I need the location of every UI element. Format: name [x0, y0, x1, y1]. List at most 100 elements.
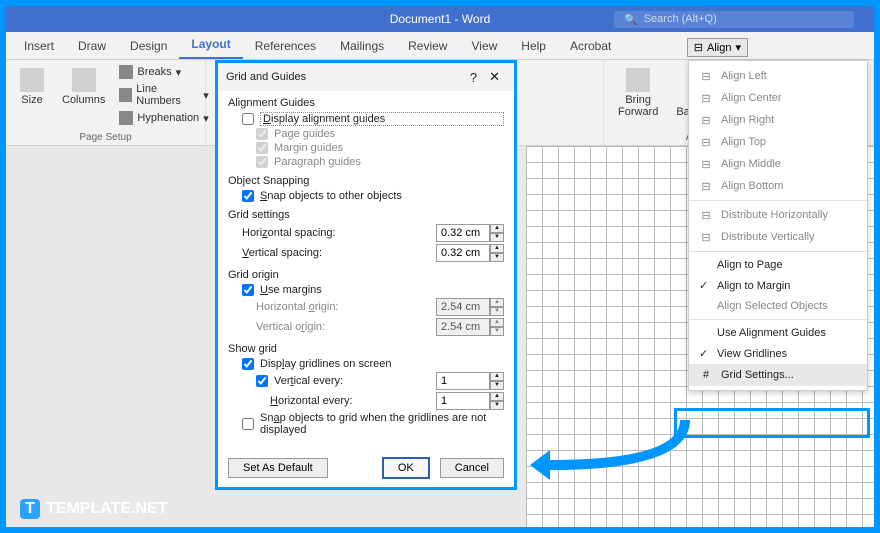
spin-down[interactable]: ▼	[490, 401, 504, 410]
display-alignment-guides-label: DDisplay alignment guidesisplay alignmen…	[260, 112, 504, 126]
align-middle-item[interactable]: ⊟Align Middle	[689, 153, 867, 175]
section-alignment-guides: Alignment Guides	[228, 97, 504, 109]
section-object-snapping: Object Snapping	[228, 175, 504, 187]
grid-guides-dialog: Grid and Guides ? ✕ Alignment Guides DDi…	[215, 60, 517, 490]
align-middle-icon: ⊟	[699, 157, 713, 171]
columns-icon	[72, 68, 96, 92]
align-right-icon: ⊟	[699, 113, 713, 127]
display-gridlines-checkbox[interactable]	[242, 358, 254, 370]
section-show-grid: Show grid	[228, 343, 504, 355]
distribute-h-icon: ⊟	[699, 208, 713, 222]
align-dropdown-button[interactable]: ⊟ Align ▾	[687, 38, 748, 57]
align-left-item[interactable]: ⊟Align Left	[689, 65, 867, 87]
grid-icon: #	[699, 368, 713, 382]
align-left-icon: ⊟	[699, 69, 713, 83]
check-icon: ✓	[699, 279, 709, 292]
tab-acrobat[interactable]: Acrobat	[558, 33, 623, 59]
logo-icon: T	[20, 499, 40, 519]
align-selected-item[interactable]: Align Selected Objects	[689, 296, 867, 316]
set-default-button[interactable]: Set As Default	[228, 458, 328, 478]
section-grid-settings: Grid settings	[228, 209, 504, 221]
tab-design[interactable]: Design	[118, 33, 179, 59]
group-page-setup: Page Setup	[14, 130, 197, 145]
snap-objects-checkbox[interactable]	[242, 190, 254, 202]
columns-button[interactable]: Columns	[56, 64, 111, 130]
close-button[interactable]: ✕	[483, 69, 506, 85]
help-button[interactable]: ?	[464, 70, 483, 85]
align-to-page-item[interactable]: Align to Page	[689, 255, 867, 275]
view-gridlines-item[interactable]: ✓View Gridlines	[689, 343, 867, 364]
size-button[interactable]: Size	[14, 64, 50, 130]
use-alignment-guides-item[interactable]: Use Alignment Guides	[689, 323, 867, 343]
cancel-button[interactable]: Cancel	[440, 458, 504, 478]
snap-not-displayed-checkbox[interactable]	[242, 418, 254, 430]
v-spacing-input[interactable]	[436, 244, 490, 262]
h-spacing-label: Horizontal spacing:	[242, 227, 430, 239]
align-bottom-icon: ⊟	[699, 179, 713, 193]
bring-forward-icon	[626, 68, 650, 92]
search-icon: 🔍	[624, 13, 638, 26]
tab-layout[interactable]: Layout	[179, 31, 242, 59]
align-to-margin-item[interactable]: ✓Align to Margin	[689, 275, 867, 296]
h-origin-input	[436, 298, 490, 316]
vertical-every-input[interactable]	[436, 372, 490, 390]
tab-insert[interactable]: Insert	[12, 33, 66, 59]
tab-references[interactable]: References	[243, 33, 328, 59]
align-right-item[interactable]: ⊟Align Right	[689, 109, 867, 131]
highlight-box	[674, 408, 870, 438]
breaks-icon	[119, 65, 133, 79]
spin-up[interactable]: ▲	[490, 372, 504, 381]
v-spacing-label: Vertical spacing:	[242, 247, 430, 259]
window-title: Document1 - Word	[390, 12, 490, 26]
align-top-item[interactable]: ⊟Align Top	[689, 131, 867, 153]
hyphenation-button[interactable]: Hyphenation▾	[117, 110, 210, 126]
distribute-v-icon: ⊟	[699, 230, 713, 244]
tab-mailings[interactable]: Mailings	[328, 33, 396, 59]
ok-button[interactable]: OK	[382, 457, 430, 479]
h-spacing-input[interactable]	[436, 224, 490, 242]
align-center-icon: ⊟	[699, 91, 713, 105]
align-icon: ⊟	[694, 41, 703, 54]
section-grid-origin: Grid origin	[228, 269, 504, 281]
align-top-icon: ⊟	[699, 135, 713, 149]
dialog-titlebar: Grid and Guides ? ✕	[218, 63, 514, 91]
bring-forward-button[interactable]: Bring Forward	[612, 64, 664, 130]
use-margins-checkbox[interactable]	[242, 284, 254, 296]
grid-settings-item[interactable]: #Grid Settings...	[689, 364, 867, 386]
distribute-h-item[interactable]: ⊟Distribute Horizontally	[689, 204, 867, 226]
menu-separator	[689, 319, 867, 320]
dialog-title: Grid and Guides	[226, 71, 464, 83]
tab-view[interactable]: View	[459, 33, 509, 59]
callout-arrow	[530, 420, 690, 480]
tab-review[interactable]: Review	[396, 33, 459, 59]
search-placeholder: Search (Alt+Q)	[644, 13, 717, 25]
spin-up[interactable]: ▲	[490, 224, 504, 233]
horizontal-every-input[interactable]	[436, 392, 490, 410]
align-bottom-item[interactable]: ⊟Align Bottom	[689, 175, 867, 197]
display-alignment-guides-checkbox[interactable]	[242, 113, 254, 125]
spin-down[interactable]: ▼	[490, 381, 504, 390]
size-icon	[20, 68, 44, 92]
v-origin-input	[436, 318, 490, 336]
tab-help[interactable]: Help	[509, 33, 558, 59]
template-net-logo: T TEMPLATE.NET	[20, 499, 167, 519]
spin-up[interactable]: ▲	[490, 392, 504, 401]
spin-down[interactable]: ▼	[490, 253, 504, 262]
margin-guides-checkbox	[256, 142, 268, 154]
chevron-down-icon: ▾	[735, 41, 741, 54]
align-menu: ⊟Align Left ⊟Align Center ⊟Align Right ⊟…	[688, 60, 868, 391]
paragraph-guides-checkbox	[256, 156, 268, 168]
spin-down[interactable]: ▼	[490, 233, 504, 242]
menu-separator	[689, 251, 867, 252]
hyphenation-icon	[119, 111, 133, 125]
breaks-button[interactable]: Breaks▾	[117, 64, 210, 80]
tab-draw[interactable]: Draw	[66, 33, 118, 59]
spin-up[interactable]: ▲	[490, 244, 504, 253]
search-box[interactable]: 🔍 Search (Alt+Q)	[614, 11, 854, 28]
v-origin-label: Vertical origin:	[256, 321, 430, 333]
distribute-v-item[interactable]: ⊟Distribute Vertically	[689, 226, 867, 248]
line-numbers-button[interactable]: Line Numbers▾	[117, 82, 210, 108]
vertical-every-checkbox[interactable]	[256, 375, 268, 387]
align-center-item[interactable]: ⊟Align Center	[689, 87, 867, 109]
h-origin-label: Horizontal origin:	[256, 301, 430, 313]
